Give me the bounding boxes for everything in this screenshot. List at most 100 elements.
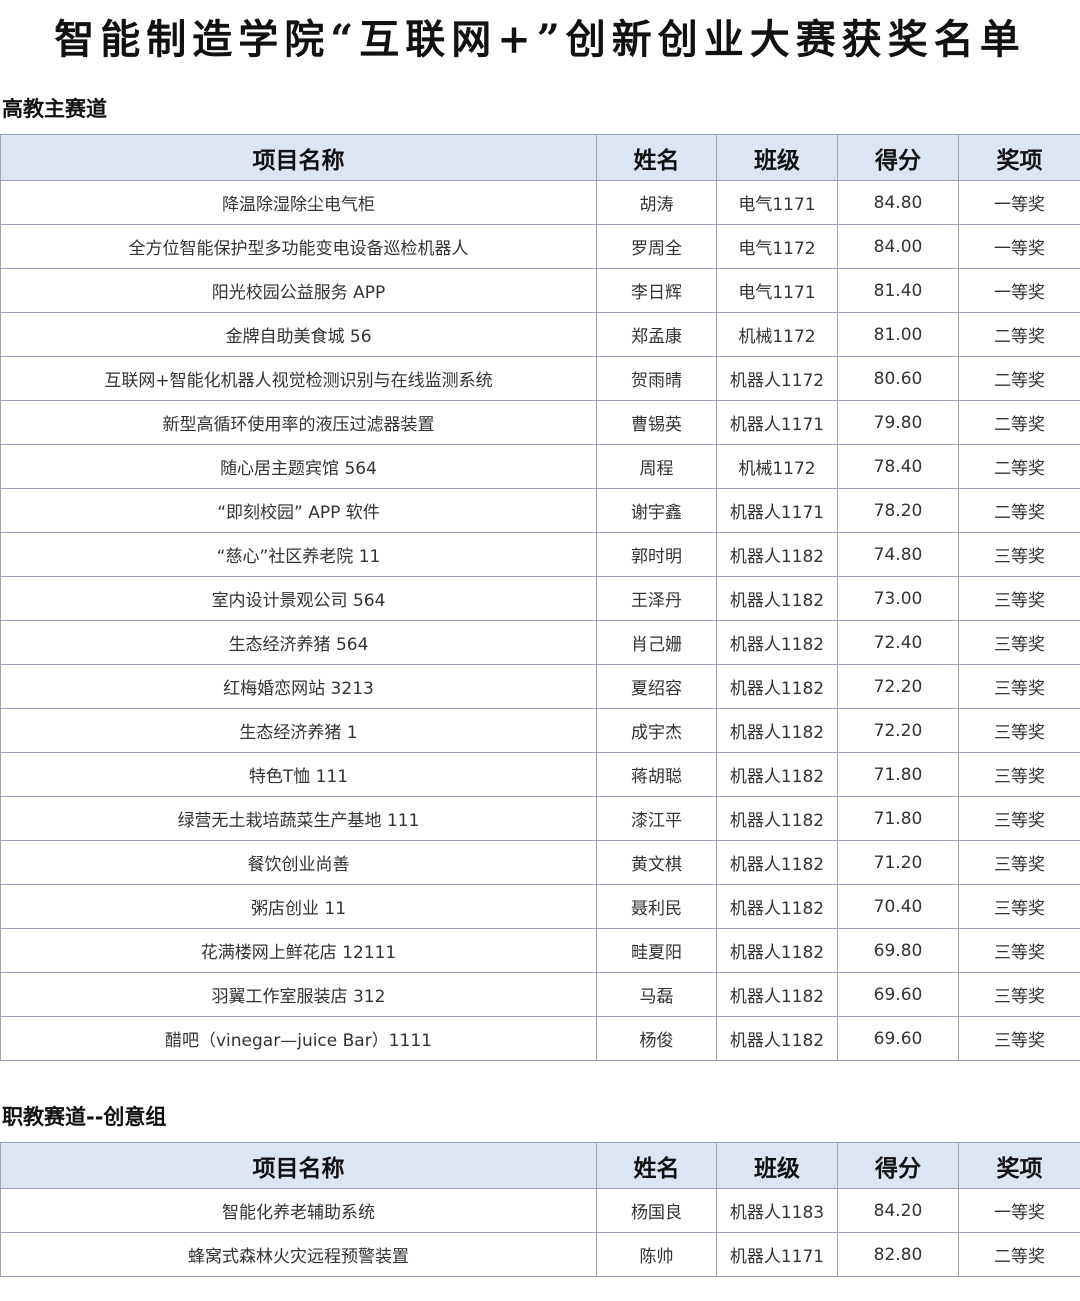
table-row: 阳光校园公益服务 APP 李日辉 电气1171 81.40 一等奖 bbox=[0, 268, 1080, 313]
table-row: 餐饮创业尚善 黄文棋 机器人1182 71.20 三等奖 bbox=[0, 840, 1080, 885]
section-label-higher-education: 高教主赛道 bbox=[2, 97, 107, 121]
column-header-score: 得分 bbox=[837, 134, 959, 181]
cell-class: 机器人1182 bbox=[716, 576, 838, 621]
table-row: 金牌自助美食城 56 郑孟康 机械1172 81.00 二等奖 bbox=[0, 312, 1080, 357]
cell-name: 郭时明 bbox=[596, 532, 717, 577]
cell-project: 室内设计景观公司 564 bbox=[0, 576, 597, 621]
cell-class: 机器人1172 bbox=[716, 356, 838, 401]
cell-score: 72.20 bbox=[837, 708, 959, 753]
page-title: 智能制造学院“互联网+”创新创业大赛获奖名单 bbox=[54, 16, 1026, 63]
cell-name: 罗周全 bbox=[596, 224, 717, 269]
cell-score: 69.80 bbox=[837, 928, 959, 973]
table-row: 互联网+智能化机器人视觉检测识别与在线监测系统 贺雨晴 机器人1172 80.60 二等… bbox=[0, 356, 1080, 401]
table-header-row: 项目名称 姓名 班级 得分 奖项 bbox=[0, 1142, 1080, 1189]
cell-award: 三等奖 bbox=[958, 620, 1080, 665]
cell-name: 蒋胡聪 bbox=[596, 752, 717, 797]
cell-project: 花满楼网上鲜花店 12111 bbox=[0, 928, 597, 973]
table-row: 粥店创业 11 聂利民 机器人1182 70.40 三等奖 bbox=[0, 884, 1080, 929]
cell-score: 69.60 bbox=[837, 1016, 959, 1061]
cell-project: 生态经济养猪 564 bbox=[0, 620, 597, 665]
cell-class: 机器人1182 bbox=[716, 532, 838, 577]
cell-class: 机器人1182 bbox=[716, 884, 838, 929]
column-header-project: 项目名称 bbox=[0, 134, 597, 181]
cell-name: 李日辉 bbox=[596, 268, 717, 313]
table-row: 羽翼工作室服装店 312 马磊 机器人1182 69.60 三等奖 bbox=[0, 972, 1080, 1017]
cell-name: 杨国良 bbox=[596, 1188, 717, 1233]
cell-award: 一等奖 bbox=[958, 224, 1080, 269]
cell-award: 一等奖 bbox=[958, 268, 1080, 313]
cell-name: 夏绍容 bbox=[596, 664, 717, 709]
cell-class: 机械1172 bbox=[716, 312, 838, 357]
cell-award: 三等奖 bbox=[958, 1016, 1080, 1061]
cell-name: 陈帅 bbox=[596, 1232, 717, 1277]
cell-project: 金牌自助美食城 56 bbox=[0, 312, 597, 357]
cell-score: 84.80 bbox=[837, 180, 959, 225]
cell-award: 三等奖 bbox=[958, 796, 1080, 841]
table-row: 绿营无土栽培蔬菜生产基地 111 漆江平 机器人1182 71.80 三等奖 bbox=[0, 796, 1080, 841]
cell-score: 78.40 bbox=[837, 444, 959, 489]
cell-name: 郑孟康 bbox=[596, 312, 717, 357]
cell-score: 71.80 bbox=[837, 752, 959, 797]
cell-project: 醋吧（vinegar—juice Bar）1111 bbox=[0, 1016, 597, 1061]
cell-score: 80.60 bbox=[837, 356, 959, 401]
cell-class: 机器人1183 bbox=[716, 1188, 838, 1233]
awards-table-higher-education: 项目名称 姓名 班级 得分 奖项 降温除湿除尘电气柜 胡涛 电气1171 84.80 一… bbox=[0, 134, 1080, 1061]
cell-score: 73.00 bbox=[837, 576, 959, 621]
cell-score: 84.00 bbox=[837, 224, 959, 269]
table-row: 智能化养老辅助系统 杨国良 机器人1183 84.20 一等奖 bbox=[0, 1188, 1080, 1233]
cell-score: 81.40 bbox=[837, 268, 959, 313]
cell-name: 成宇杰 bbox=[596, 708, 717, 753]
cell-project: 全方位智能保护型多功能变电设备巡检机器人 bbox=[0, 224, 597, 269]
cell-project: 红梅婚恋网站 3213 bbox=[0, 664, 597, 709]
cell-class: 机械1172 bbox=[716, 444, 838, 489]
cell-award: 二等奖 bbox=[958, 1232, 1080, 1277]
cell-score: 72.20 bbox=[837, 664, 959, 709]
cell-project: 降温除湿除尘电气柜 bbox=[0, 180, 597, 225]
cell-award: 二等奖 bbox=[958, 312, 1080, 357]
cell-project: “慈心”社区养老院 11 bbox=[0, 532, 597, 577]
column-header-class: 班级 bbox=[716, 1142, 838, 1189]
cell-score: 71.20 bbox=[837, 840, 959, 885]
cell-award: 三等奖 bbox=[958, 664, 1080, 709]
table-row: 生态经济养猪 1 成宇杰 机器人1182 72.20 三等奖 bbox=[0, 708, 1080, 753]
cell-score: 71.80 bbox=[837, 796, 959, 841]
table-row: 花满楼网上鲜花店 12111 畦夏阳 机器人1182 69.80 三等奖 bbox=[0, 928, 1080, 973]
cell-award: 二等奖 bbox=[958, 444, 1080, 489]
column-header-project: 项目名称 bbox=[0, 1142, 597, 1189]
cell-name: 杨俊 bbox=[596, 1016, 717, 1061]
table-header-row: 项目名称 姓名 班级 得分 奖项 bbox=[0, 134, 1080, 181]
cell-class: 机器人1182 bbox=[716, 840, 838, 885]
cell-class: 机器人1182 bbox=[716, 708, 838, 753]
cell-score: 70.40 bbox=[837, 884, 959, 929]
column-header-name: 姓名 bbox=[596, 1142, 717, 1189]
cell-project: 随心居主题宾馆 564 bbox=[0, 444, 597, 489]
cell-project: 特色T恤 111 bbox=[0, 752, 597, 797]
cell-score: 84.20 bbox=[837, 1188, 959, 1233]
cell-score: 81.00 bbox=[837, 312, 959, 357]
column-header-name: 姓名 bbox=[596, 134, 717, 181]
cell-award: 二等奖 bbox=[958, 356, 1080, 401]
cell-award: 一等奖 bbox=[958, 1188, 1080, 1233]
cell-class: 机器人1171 bbox=[716, 400, 838, 445]
cell-class: 机器人1171 bbox=[716, 1232, 838, 1277]
column-header-award: 奖项 bbox=[958, 134, 1080, 181]
cell-class: 机器人1182 bbox=[716, 928, 838, 973]
cell-class: 机器人1182 bbox=[716, 972, 838, 1017]
table-row: 醋吧（vinegar—juice Bar）1111 杨俊 机器人1182 69.60 三… bbox=[0, 1016, 1080, 1061]
cell-name: 谢宇鑫 bbox=[596, 488, 717, 533]
cell-project: 餐饮创业尚善 bbox=[0, 840, 597, 885]
cell-name: 漆江平 bbox=[596, 796, 717, 841]
cell-award: 二等奖 bbox=[958, 488, 1080, 533]
cell-score: 74.80 bbox=[837, 532, 959, 577]
column-header-class: 班级 bbox=[716, 134, 838, 181]
cell-name: 畦夏阳 bbox=[596, 928, 717, 973]
cell-class: 机器人1182 bbox=[716, 664, 838, 709]
cell-project: “即刻校园” APP 软件 bbox=[0, 488, 597, 533]
cell-name: 肖己姗 bbox=[596, 620, 717, 665]
cell-award: 三等奖 bbox=[958, 840, 1080, 885]
table-row: 蜂窝式森林火灾远程预警装置 陈帅 机器人1171 82.80 二等奖 bbox=[0, 1232, 1080, 1277]
cell-project: 智能化养老辅助系统 bbox=[0, 1188, 597, 1233]
cell-award: 三等奖 bbox=[958, 708, 1080, 753]
cell-award: 三等奖 bbox=[958, 576, 1080, 621]
cell-project: 新型高循环使用率的液压过滤器装置 bbox=[0, 400, 597, 445]
